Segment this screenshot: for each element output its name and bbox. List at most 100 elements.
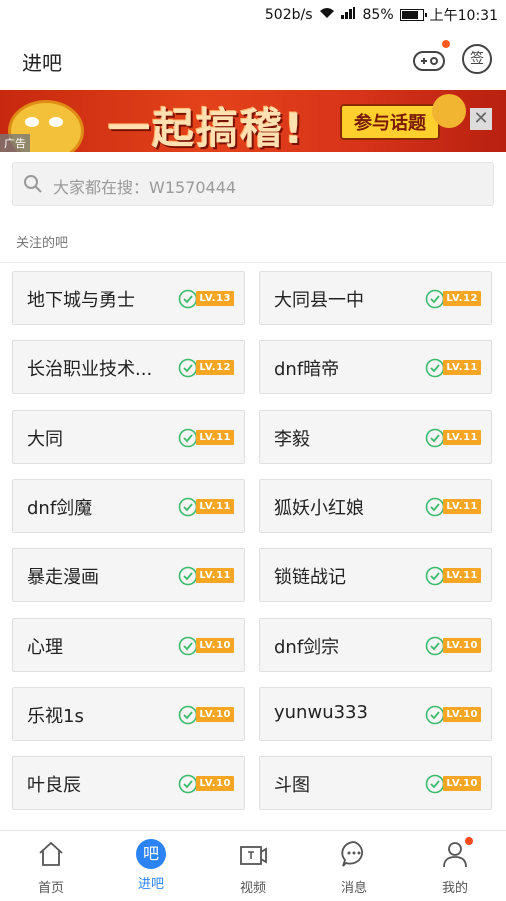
forum-card[interactable]: 乐视1s LV.10 [12,686,245,741]
sign-in-check-icon[interactable] [425,428,445,448]
sign-in-check-icon[interactable] [178,289,198,309]
wifi-icon [319,7,335,23]
network-speed: 502b/s [264,7,313,23]
signal-icon [340,7,357,23]
sign-in-check-icon[interactable] [178,705,198,725]
ad-close-icon[interactable]: ✕ [470,108,492,130]
sign-in-check-icon[interactable] [425,636,445,656]
sign-in-check-icon[interactable] [425,497,445,517]
followed-forums-heading: 关注的吧 [16,236,69,251]
forum-name: 斗图 [274,775,310,797]
forum-card[interactable]: 暴走漫画 LV.11 [12,548,245,603]
ad-join-topic-button[interactable]: 参与话题 [340,104,440,140]
notification-dot [465,837,473,845]
forum-card[interactable]: 李毅 LV.11 [259,409,492,464]
video-icon [240,846,267,865]
forum-card[interactable]: dnf暗帝 LV.11 [259,340,492,395]
forum-name: 乐视1s [27,705,84,727]
forum-card[interactable]: 大同 LV.11 [12,409,245,464]
forum-name: 大同县一中 [274,290,364,311]
level-badge: LV.11 [196,429,234,445]
forum-name: 长治职业技术... [27,359,153,381]
level-badge: LV.12 [196,360,234,376]
level-badge: LV.11 [443,568,481,584]
forum-name: dnf暗帝 [274,359,340,381]
battery-percent: 85% [362,7,394,23]
forum-name: 地下城与勇士 [27,290,135,311]
gamepad-icon [413,51,445,71]
sign-in-check-icon[interactable] [178,636,198,656]
level-badge: LV.10 [196,637,234,653]
mascot-decoration-icon [432,94,466,128]
forum-name: 狐妖小红娘 [274,497,364,519]
level-badge: LV.10 [443,637,481,653]
sign-in-check-icon[interactable] [178,428,198,448]
game-center-button[interactable] [412,40,450,74]
home-icon [39,841,63,866]
ad-banner[interactable]: 一起搞稽! 参与话题 ✕ 广告 [0,90,506,152]
notification-dot [442,40,450,48]
sign-in-check-icon[interactable] [178,497,198,517]
level-badge: LV.10 [443,776,481,792]
forum-card[interactable]: 斗图 LV.10 [259,756,492,811]
search-placeholder: 大家都在搜：W1570444 [53,178,237,197]
level-badge: LV.12 [443,291,481,306]
sign-in-check-icon[interactable] [425,705,445,725]
sign-in-check-icon[interactable] [425,289,445,309]
forum-name: 大同 [27,428,63,450]
status-bar: 502b/s 85% 上午10:31 [0,0,506,30]
forum-name: 李毅 [274,428,310,450]
forum-card[interactable]: dnf剑宗 LV.10 [259,617,492,672]
level-badge: LV.11 [443,360,481,376]
forum-icon: 吧 [136,839,166,869]
forum-card[interactable]: 大同县一中 LV.12 [259,271,492,325]
tab-forums[interactable]: 吧 进吧 [111,839,191,892]
tab-profile[interactable]: 我的 [415,837,495,896]
forum-card[interactable]: yunwu333 LV.10 [259,686,492,741]
sign-in-check-icon[interactable] [178,774,198,794]
level-badge: LV.10 [196,776,234,792]
level-badge: LV.13 [196,291,234,306]
divider [0,262,506,263]
sign-in-check-icon[interactable] [178,566,198,586]
tab-label: 首页 [37,881,64,896]
forum-name: 暴走漫画 [27,567,99,589]
forum-card[interactable]: 心理 LV.10 [12,617,245,672]
sign-in-button[interactable]: 签 [462,44,492,74]
forum-card[interactable]: 地下城与勇士 LV.13 [12,271,245,325]
app-header: 进吧 签 [0,30,506,90]
tab-video[interactable]: 视频 [213,839,293,896]
forum-card[interactable]: 叶良辰 LV.10 [12,756,245,811]
forum-name: 叶良辰 [27,775,81,797]
sign-in-check-icon[interactable] [178,358,198,378]
ad-headline: 一起搞稽! [108,104,306,152]
level-badge: LV.10 [443,706,481,722]
forum-card[interactable]: 长治职业技术... LV.12 [12,340,245,395]
forum-name: yunwu333 [274,701,368,723]
forum-name: dnf剑魔 [27,497,93,519]
forum-name: 心理 [27,636,63,658]
tab-label: 我的 [441,881,468,896]
tab-messages[interactable]: 消息 [314,839,394,896]
level-badge: LV.10 [196,706,234,722]
battery-icon [399,9,427,21]
sign-in-check-icon[interactable] [425,566,445,586]
forum-card[interactable]: 狐妖小红娘 LV.11 [259,478,492,533]
forum-card[interactable]: dnf剑魔 LV.11 [12,478,245,533]
forum-card[interactable]: 锁链战记 LV.11 [259,548,492,603]
level-badge: LV.11 [443,498,481,514]
sign-in-check-icon[interactable] [425,774,445,794]
level-badge: LV.11 [443,429,481,445]
level-badge: LV.11 [196,498,234,514]
tab-home[interactable]: 首页 [11,839,91,896]
clock: 上午10:31 [429,8,498,24]
ad-label: 广告 [0,134,30,152]
tab-label: 消息 [340,881,367,896]
tab-label: 视频 [239,881,266,896]
forum-name: 锁链战记 [274,567,346,589]
search-input[interactable]: 大家都在搜：W1570444 [12,162,494,206]
sign-in-check-icon[interactable] [425,358,445,378]
forum-name: dnf剑宗 [274,636,340,658]
page-title: 进吧 [22,51,62,75]
bottom-tab-bar: 首页 吧 进吧 视频 消息 我的 [0,830,506,901]
